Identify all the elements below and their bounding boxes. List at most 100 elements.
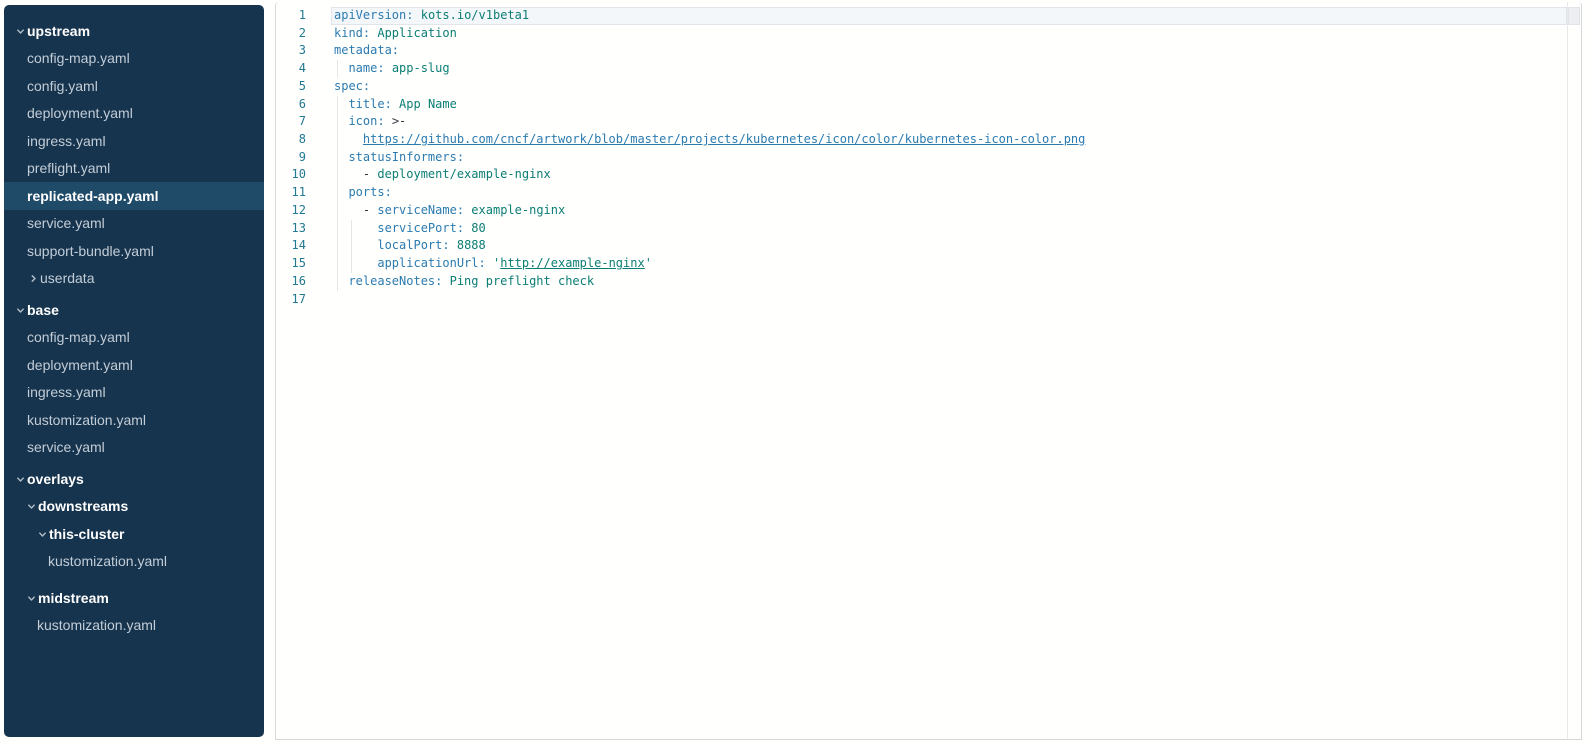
indent-guide [337,166,338,184]
line-number: 6 [276,96,306,114]
line-content: kind: Application [306,25,1581,43]
code-line-16[interactable]: 16 releaseNotes: Ping preflight check [276,273,1581,291]
line-number: 2 [276,25,306,43]
indent-guide [337,60,338,78]
sidebar-item-label: deployment.yaml [27,357,133,373]
code-token: 8888 [457,238,486,252]
code-token: servicePort: [377,221,464,235]
sidebar-item-base[interactable]: base [4,296,264,324]
line-number: 17 [276,291,306,309]
sidebar-item-kustomization-yaml[interactable]: kustomization.yaml [4,406,264,434]
code-line-2[interactable]: 2kind: Application [276,25,1581,43]
sidebar-item-config-yaml[interactable]: config.yaml [4,72,264,100]
code-line-5[interactable]: 5spec: [276,78,1581,96]
indent-guide [337,220,338,238]
indent-guide [337,202,338,220]
indent-guide [351,220,352,238]
vertical-scrollbar-thumb[interactable] [1568,7,1580,25]
code-token: ports: [348,185,391,199]
code-token: name: [348,61,384,75]
sidebar-item-support-bundle-yaml[interactable]: support-bundle.yaml [4,237,264,265]
code-line-1[interactable]: 1apiVersion: kots.io/v1beta1 [276,7,1581,25]
line-number: 10 [276,166,306,184]
code-line-15[interactable]: 15 applicationUrl: 'http://example-nginx… [276,255,1581,273]
code-line-17[interactable]: 17 [276,291,1581,309]
sidebar-item-config-map-yaml[interactable]: config-map.yaml [4,45,264,73]
chevron-down-icon [25,502,38,512]
line-content: statusInformers: [306,149,1581,167]
file-tree-sidebar: upstream config-map.yaml config.yaml deploy… [4,5,264,737]
code-line-13[interactable]: 13 servicePort: 80 [276,220,1581,238]
code-token: app-slug [392,61,450,75]
url-link[interactable]: https://github.com/cncf/artwork/blob/mas… [363,132,1085,146]
code-token [385,61,392,75]
sidebar-item-label: overlays [27,471,84,487]
code-line-14[interactable]: 14 localPort: 8888 [276,237,1581,255]
line-number: 3 [276,42,306,60]
code-token [334,203,363,217]
code-token: releaseNotes: [348,274,442,288]
line-number: 15 [276,255,306,273]
sidebar-item-label: kustomization.yaml [48,553,167,569]
line-content: spec: [306,78,1581,96]
code-token [334,238,377,252]
sidebar-item-kustomization-yaml[interactable]: kustomization.yaml [4,548,264,576]
code-token: Application [377,26,456,40]
code-line-10[interactable]: 10 - deployment/example-nginx [276,166,1581,184]
code-token [385,114,392,128]
code-editor[interactable]: 1apiVersion: kots.io/v1beta12kind: Appli… [275,2,1582,740]
line-content: - serviceName: example-nginx [306,202,1581,220]
sidebar-item-ingress-yaml[interactable]: ingress.yaml [4,127,264,155]
sidebar-item-label: base [27,302,59,318]
code-token [334,132,363,146]
sidebar-item-service-yaml[interactable]: service.yaml [4,210,264,238]
code-line-11[interactable]: 11 ports: [276,184,1581,202]
indent-guide [337,273,338,291]
code-token: example-nginx [471,203,565,217]
sidebar-item-label: this-cluster [49,526,124,542]
overview-ruler-divider [1567,2,1568,739]
sidebar-item-label: replicated-app.yaml [27,188,159,204]
code-line-12[interactable]: 12 - serviceName: example-nginx [276,202,1581,220]
code-token [413,8,420,22]
sidebar-item-label: midstream [38,590,109,606]
sidebar-item-kustomization-yaml[interactable]: kustomization.yaml [4,612,264,640]
sidebar-item-userdata[interactable]: userdata [4,265,264,293]
sidebar-item-downstreams[interactable]: downstreams [4,493,264,521]
sidebar-item-label: ingress.yaml [27,133,106,149]
chevron-down-icon [25,593,38,603]
indent-guide [351,255,352,273]
sidebar-item-preflight-yaml[interactable]: preflight.yaml [4,155,264,183]
sidebar-item-overlays[interactable]: overlays [4,465,264,493]
sidebar-item-midstream[interactable]: midstream [4,584,264,612]
sidebar-item-config-map-yaml[interactable]: config-map.yaml [4,324,264,352]
sidebar-item-label: service.yaml [27,215,105,231]
sidebar-item-label: userdata [40,270,94,286]
sidebar-item-label: deployment.yaml [27,105,133,121]
code-line-4[interactable]: 4 name: app-slug [276,60,1581,78]
sidebar-item-deployment-yaml[interactable]: deployment.yaml [4,351,264,379]
line-number: 14 [276,237,306,255]
code-token [392,97,399,111]
sidebar-item-label: config-map.yaml [27,50,130,66]
code-token [334,256,377,270]
line-content: applicationUrl: 'http://example-nginx' [306,255,1581,273]
code-line-8[interactable]: 8 https://github.com/cncf/artwork/blob/m… [276,131,1581,149]
url-link[interactable]: http://example-nginx [500,256,645,270]
code-line-6[interactable]: 6 title: App Name [276,96,1581,114]
sidebar-item-label: service.yaml [27,439,105,455]
code-line-9[interactable]: 9 statusInformers: [276,149,1581,167]
code-line-7[interactable]: 7 icon: >- [276,113,1581,131]
line-number: 13 [276,220,306,238]
indent-guide [351,237,352,255]
sidebar-item-this-cluster[interactable]: this-cluster [4,520,264,548]
sidebar-item-ingress-yaml[interactable]: ingress.yaml [4,379,264,407]
sidebar-item-label: ingress.yaml [27,384,106,400]
sidebar-item-upstream[interactable]: upstream [4,17,264,45]
line-number: 8 [276,131,306,149]
line-number: 12 [276,202,306,220]
code-line-3[interactable]: 3metadata: [276,42,1581,60]
sidebar-item-service-yaml[interactable]: service.yaml [4,434,264,462]
sidebar-item-deployment-yaml[interactable]: deployment.yaml [4,100,264,128]
sidebar-item-replicated-app-yaml[interactable]: replicated-app.yaml [4,182,264,210]
